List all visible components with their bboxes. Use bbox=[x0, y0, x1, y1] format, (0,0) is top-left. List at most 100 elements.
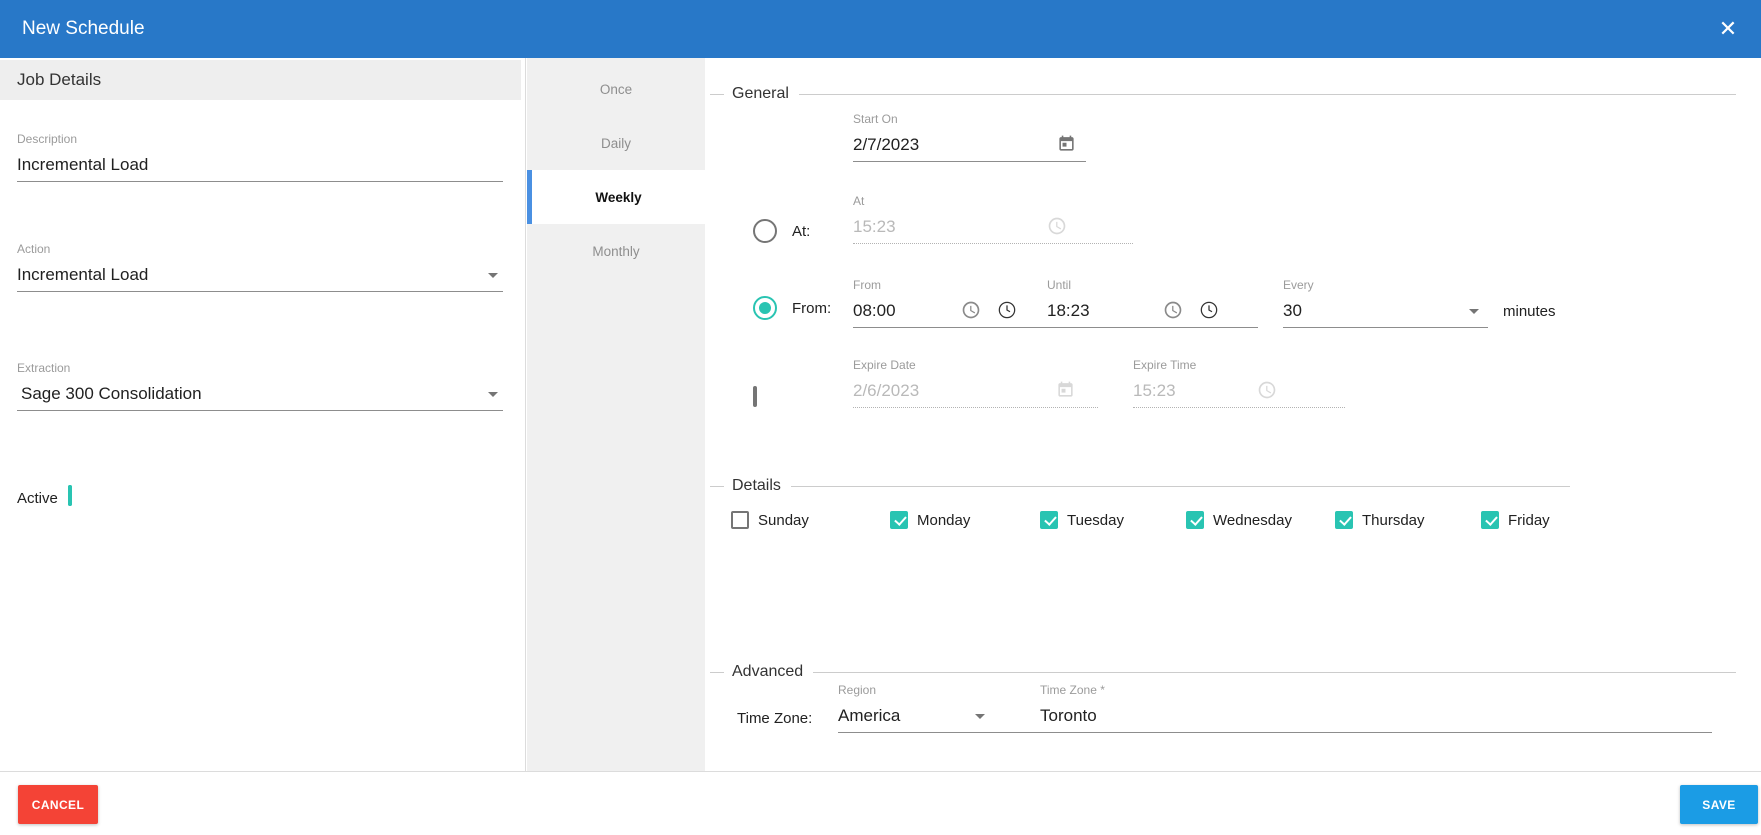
clock-icon[interactable] bbox=[1047, 216, 1067, 236]
active-label: Active bbox=[17, 490, 58, 507]
calendar-icon[interactable] bbox=[1057, 134, 1076, 153]
every-select[interactable]: 30 bbox=[1283, 294, 1488, 328]
chevron-down-icon bbox=[1469, 309, 1479, 314]
job-details-header: Job Details bbox=[0, 60, 521, 100]
day-checkbox-wednesday[interactable]: Wednesday bbox=[1186, 511, 1292, 529]
minutes-label: minutes bbox=[1503, 303, 1556, 320]
tab-daily[interactable]: Daily bbox=[527, 116, 705, 170]
clock-icon[interactable] bbox=[1199, 300, 1219, 320]
at-radio[interactable] bbox=[753, 219, 777, 243]
advanced-legend-text: Advanced bbox=[732, 663, 803, 681]
monday-checkbox[interactable] bbox=[890, 511, 908, 529]
friday-checkbox[interactable] bbox=[1481, 511, 1499, 529]
details-legend: Details bbox=[710, 476, 1570, 496]
wednesday-label: Wednesday bbox=[1213, 512, 1292, 529]
close-icon[interactable]: ✕ bbox=[1713, 14, 1743, 44]
timezone-row-label: Time Zone: bbox=[737, 710, 812, 727]
every-value: 30 bbox=[1283, 301, 1302, 321]
general-legend-text: General bbox=[732, 85, 789, 103]
start-on-value: 2/7/2023 bbox=[853, 135, 919, 155]
monday-label: Monday bbox=[917, 512, 970, 529]
clock-icon[interactable] bbox=[961, 300, 981, 320]
start-on-field: Start On 2/7/2023 bbox=[853, 112, 1086, 162]
until-time-label: Until bbox=[1047, 278, 1258, 294]
dialog-title: New Schedule bbox=[22, 18, 145, 40]
expire-date-field: Expire Date 2/6/2023 bbox=[853, 358, 1098, 408]
description-label: Description bbox=[17, 132, 503, 148]
timezone-field: Time Zone * Toronto bbox=[1040, 683, 1712, 733]
start-on-label: Start On bbox=[853, 112, 1086, 128]
expire-checkbox[interactable] bbox=[753, 386, 757, 407]
chevron-down-icon bbox=[488, 392, 498, 397]
extraction-value: Sage 300 Consolidation bbox=[21, 384, 202, 404]
expire-date-label: Expire Date bbox=[853, 358, 1098, 374]
wednesday-checkbox[interactable] bbox=[1186, 511, 1204, 529]
calendar-icon[interactable] bbox=[1056, 380, 1075, 399]
action-field: Action Incremental Load bbox=[17, 242, 503, 292]
legend-dash bbox=[710, 94, 724, 95]
extraction-select[interactable]: Sage 300 Consolidation bbox=[17, 377, 503, 411]
extraction-label: Extraction bbox=[17, 361, 503, 377]
save-button[interactable]: SAVE bbox=[1680, 785, 1758, 824]
tab-monthly-label: Monthly bbox=[592, 244, 639, 259]
expire-date-value: 2/6/2023 bbox=[853, 381, 919, 401]
timezone-input[interactable]: Toronto bbox=[1040, 699, 1712, 733]
every-field: Every 30 bbox=[1283, 278, 1488, 328]
chevron-down-icon bbox=[488, 273, 498, 278]
timezone-value: Toronto bbox=[1040, 706, 1097, 726]
expire-time-input[interactable]: 15:23 bbox=[1133, 374, 1345, 408]
sunday-checkbox[interactable] bbox=[731, 511, 749, 529]
until-time-field: Until 18:23 bbox=[1047, 278, 1258, 328]
tab-once[interactable]: Once bbox=[527, 62, 705, 116]
timezone-label: Time Zone * bbox=[1040, 683, 1712, 699]
action-label: Action bbox=[17, 242, 503, 258]
at-time-value: 15:23 bbox=[853, 217, 896, 237]
at-time-field: At 15:23 bbox=[853, 194, 1133, 244]
expire-time-value: 15:23 bbox=[1133, 381, 1176, 401]
general-legend: General bbox=[710, 84, 1736, 104]
from-radio-label: From: bbox=[792, 300, 831, 317]
tab-weekly-label: Weekly bbox=[595, 190, 641, 205]
at-time-label: At bbox=[853, 194, 1133, 210]
action-select[interactable]: Incremental Load bbox=[17, 258, 503, 292]
tuesday-checkbox[interactable] bbox=[1040, 511, 1058, 529]
clock-icon[interactable] bbox=[1163, 300, 1183, 320]
thursday-checkbox[interactable] bbox=[1335, 511, 1353, 529]
clock-icon[interactable] bbox=[997, 300, 1017, 320]
description-input[interactable]: Incremental Load bbox=[17, 148, 503, 182]
every-label: Every bbox=[1283, 278, 1488, 294]
day-checkbox-sunday[interactable]: Sunday bbox=[731, 511, 809, 529]
description-field: Description Incremental Load bbox=[17, 132, 503, 182]
until-time-input[interactable]: 18:23 bbox=[1047, 294, 1258, 328]
legend-line bbox=[791, 486, 1570, 487]
legend-line bbox=[799, 94, 1736, 95]
at-time-input[interactable]: 15:23 bbox=[853, 210, 1133, 244]
from-radio[interactable] bbox=[753, 296, 777, 320]
new-schedule-dialog: New Schedule ✕ Job Details Description I… bbox=[0, 0, 1761, 835]
day-checkbox-tuesday[interactable]: Tuesday bbox=[1040, 511, 1124, 529]
details-legend-text: Details bbox=[732, 477, 781, 495]
extraction-field: Extraction Sage 300 Consolidation bbox=[17, 361, 503, 411]
from-time-value: 08:00 bbox=[853, 301, 896, 321]
expire-date-input[interactable]: 2/6/2023 bbox=[853, 374, 1098, 408]
job-details-title: Job Details bbox=[17, 70, 101, 90]
chevron-down-icon bbox=[975, 714, 985, 719]
day-checkbox-thursday[interactable]: Thursday bbox=[1335, 511, 1425, 529]
tab-weekly[interactable]: Weekly bbox=[527, 170, 705, 224]
dialog-footer bbox=[0, 771, 1761, 835]
tab-monthly[interactable]: Monthly bbox=[527, 224, 705, 278]
friday-label: Friday bbox=[1508, 512, 1550, 529]
clock-icon[interactable] bbox=[1257, 380, 1277, 400]
tuesday-label: Tuesday bbox=[1067, 512, 1124, 529]
start-on-input[interactable]: 2/7/2023 bbox=[853, 128, 1086, 162]
active-checkbox[interactable] bbox=[68, 485, 72, 506]
day-checkbox-friday[interactable]: Friday bbox=[1481, 511, 1550, 529]
sunday-label: Sunday bbox=[758, 512, 809, 529]
tab-daily-label: Daily bbox=[601, 136, 631, 151]
panel-divider bbox=[525, 58, 526, 771]
legend-dash bbox=[710, 672, 724, 673]
tab-once-label: Once bbox=[600, 82, 632, 97]
expire-time-label: Expire Time bbox=[1133, 358, 1345, 374]
day-checkbox-monday[interactable]: Monday bbox=[890, 511, 970, 529]
cancel-button[interactable]: CANCEL bbox=[18, 785, 98, 824]
